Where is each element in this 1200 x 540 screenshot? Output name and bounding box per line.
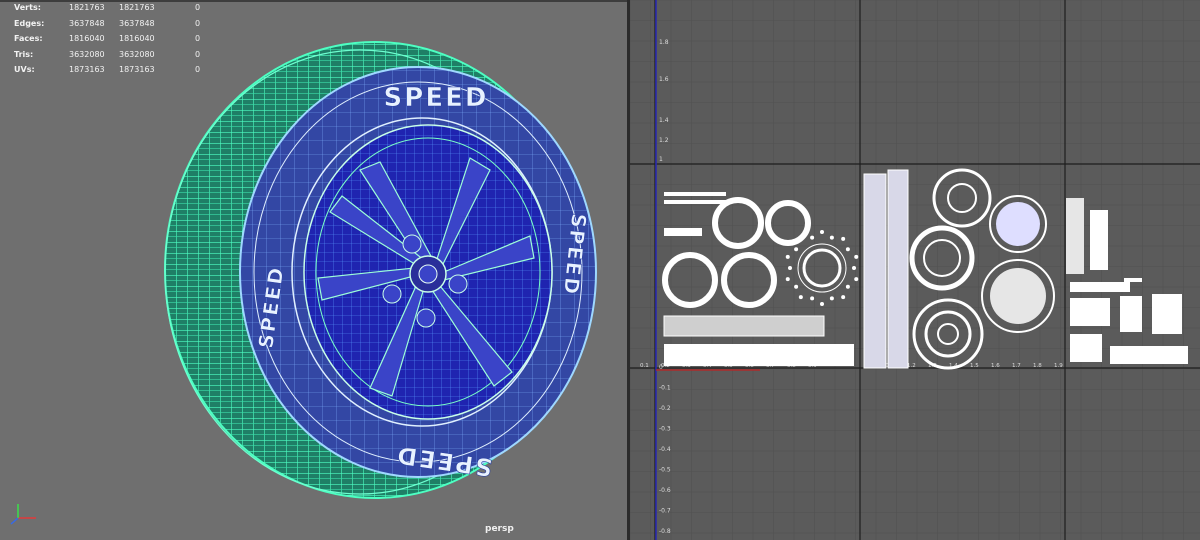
uv-shell-rim xyxy=(937,323,959,345)
uv-shell-text-strip xyxy=(664,228,702,236)
uv-shell-tread-ring xyxy=(765,200,811,246)
uv-shell-dot xyxy=(798,236,803,241)
uv-shell-small xyxy=(1152,294,1182,334)
uv-shell-dot xyxy=(841,295,846,300)
uv-shell-rim-face xyxy=(996,202,1040,246)
uv-shell-small xyxy=(1094,210,1108,226)
uv-shell-tread-ring xyxy=(712,197,764,249)
tire-model-wireframe[interactable]: SPEED SPEED SPEED SPEED xyxy=(0,0,627,540)
uv-shell-tread-ring xyxy=(721,252,777,308)
perspective-viewport[interactable]: Verts: 1821763 1821763 0 Edges: 3637848 … xyxy=(0,0,627,540)
uv-v-tick-label: -0.7 xyxy=(659,508,671,515)
uv-shell-dot xyxy=(788,266,792,270)
uv-grid-canvas[interactable]: 1.81.61.41.210-0.1-0.2-0.3-0.4-0.5-0.6-0… xyxy=(630,0,1200,540)
uv-shell-text-strip xyxy=(664,192,726,196)
uv-shell-rim-face xyxy=(990,268,1046,324)
uv-shell-dot xyxy=(854,277,859,282)
uv-shell-small xyxy=(1070,298,1110,326)
camera-label: persp xyxy=(485,524,514,534)
uv-shell-ring xyxy=(802,248,842,288)
uv-shell-dot xyxy=(820,230,824,234)
uv-shell-dot xyxy=(854,254,859,259)
uv-shell-small xyxy=(1066,198,1084,274)
uv-shell-small xyxy=(1070,282,1130,292)
uv-shell-small xyxy=(1110,346,1188,364)
uv-shell-small xyxy=(1120,296,1142,332)
uv-shell-column xyxy=(887,169,909,369)
uv-shell-text-strip xyxy=(664,200,726,204)
uv-shell-rim xyxy=(947,183,977,213)
uv-shell-dot xyxy=(785,277,790,282)
uv-shell-rim xyxy=(923,239,961,277)
uv-v-tick-label: -0.6 xyxy=(659,487,671,494)
uv-shell-rim xyxy=(932,168,992,228)
uv-shell-dot xyxy=(820,302,824,306)
uv-shell-dot xyxy=(794,284,799,289)
uv-v-tick-label: 1.8 xyxy=(659,39,669,46)
uv-shell-tread-strip xyxy=(663,315,825,337)
uv-v-tick-label: 1 xyxy=(659,156,663,163)
uv-v-tick-label: 1.2 xyxy=(659,137,669,144)
uv-shell-dot xyxy=(785,254,790,259)
uv-v-tick-label: -0.4 xyxy=(659,446,671,453)
uv-v-tick-label: -0.1 xyxy=(659,385,671,392)
uv-shell-dot xyxy=(852,266,856,270)
uv-u-tick-label: 1.5 xyxy=(970,363,979,369)
uv-shell-rim xyxy=(909,225,975,291)
axis-gizmo-icon xyxy=(10,504,36,525)
uv-u-tick-label: 0.1 xyxy=(640,363,649,369)
uv-shell-tread-strip xyxy=(664,344,854,366)
uv-shell-rim xyxy=(924,310,972,358)
uv-editor-panel[interactable]: 1.8 1.6 1.4 1.2 1 0 -0.1 -0.2 -0.3 -0.4 -0.5 -0.6 -0… xyxy=(630,0,1200,540)
uv-u-tick-label: 1.6 xyxy=(991,363,1000,369)
uv-v-tick-label: 1.6 xyxy=(659,76,669,83)
uv-v-tick-label: 1.4 xyxy=(659,117,669,124)
uv-u-tick-label: 1.9 xyxy=(1054,363,1063,369)
uv-shell-small xyxy=(1124,278,1142,282)
uv-shell-dot xyxy=(810,235,815,240)
uv-shell-dot xyxy=(829,296,834,301)
uv-shell-dot xyxy=(829,235,834,240)
uv-v-tick-label: -0.3 xyxy=(659,426,671,433)
uv-v-tick-label: -0.2 xyxy=(659,405,671,412)
uv-u-tick-label: 1.8 xyxy=(1033,363,1042,369)
uv-shell-tread-ring xyxy=(662,252,718,308)
uv-u-tick-label: 1.7 xyxy=(1012,363,1021,369)
uv-shell-dot xyxy=(798,295,803,300)
uv-shell-small xyxy=(1070,334,1102,362)
uv-shell-dot xyxy=(810,296,815,301)
uv-shell-dot xyxy=(794,247,799,252)
uv-v-tick-label: -0.8 xyxy=(659,528,671,535)
uv-v-tick-label: -0.5 xyxy=(659,467,671,474)
uv-shell-dot xyxy=(841,236,846,241)
uv-shell-column xyxy=(863,173,887,369)
uv-shell-dot xyxy=(845,284,850,289)
uv-shell-dot xyxy=(845,247,850,252)
uv-shell-rim xyxy=(912,298,984,370)
tire-text-top: SPEED xyxy=(384,83,489,113)
